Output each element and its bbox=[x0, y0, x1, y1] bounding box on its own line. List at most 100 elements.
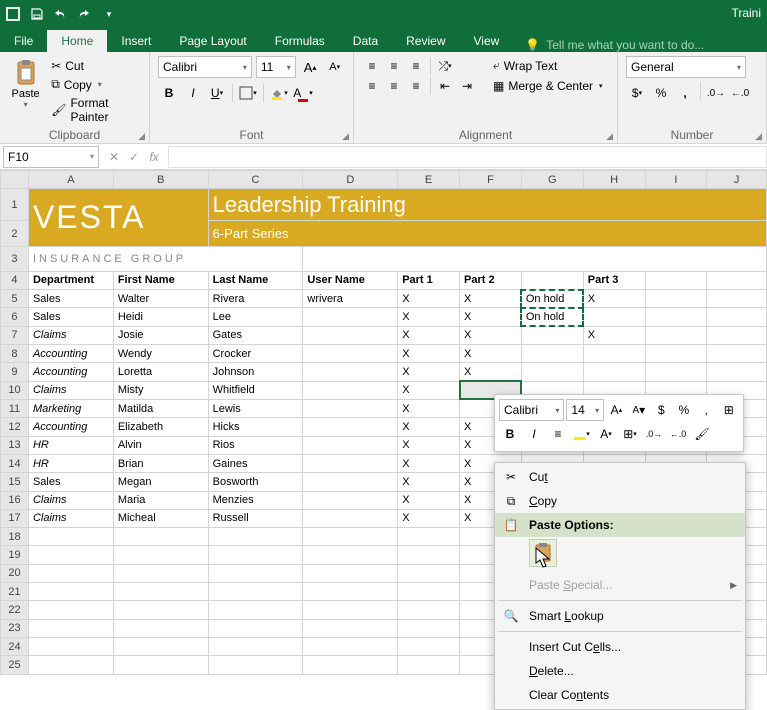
cell[interactable]: Lee bbox=[208, 308, 303, 326]
cell[interactable]: X bbox=[460, 363, 522, 381]
cell[interactable] bbox=[208, 619, 303, 637]
cell[interactable] bbox=[113, 619, 208, 637]
cell[interactable]: X bbox=[398, 454, 460, 472]
tab-formulas[interactable]: Formulas bbox=[261, 30, 339, 52]
row-header[interactable]: 12 bbox=[1, 418, 29, 436]
table-header[interactable]: Part 2 bbox=[460, 271, 522, 289]
tab-page-layout[interactable]: Page Layout bbox=[165, 30, 260, 52]
cell[interactable]: X bbox=[398, 345, 460, 363]
cut-button[interactable]: ✂Cut bbox=[47, 58, 141, 74]
row-header[interactable]: 3 bbox=[1, 247, 29, 271]
mini-percent-icon[interactable]: % bbox=[674, 399, 694, 421]
cell[interactable]: X bbox=[398, 308, 460, 326]
table-header[interactable]: User Name bbox=[303, 271, 398, 289]
cell[interactable]: Josie bbox=[113, 326, 208, 344]
table-header[interactable]: Part 1 bbox=[398, 271, 460, 289]
mini-size-select[interactable]: 14▾ bbox=[566, 399, 604, 421]
cell[interactable] bbox=[398, 601, 460, 619]
cell[interactable]: X bbox=[398, 363, 460, 381]
mini-decimal-dec-icon[interactable]: ←.0 bbox=[667, 423, 689, 445]
mini-grow-font-icon[interactable]: A▴ bbox=[606, 399, 626, 421]
cell[interactable]: Megan bbox=[113, 473, 208, 491]
orientation-icon[interactable]: ⤮▾ bbox=[435, 56, 455, 76]
table-header[interactable]: First Name bbox=[113, 271, 208, 289]
cell[interactable] bbox=[303, 308, 398, 326]
fx-icon[interactable]: fx bbox=[144, 147, 164, 167]
font-name-select[interactable]: Calibri▾ bbox=[158, 56, 252, 78]
tab-review[interactable]: Review bbox=[392, 30, 459, 52]
col-header[interactable]: G bbox=[521, 171, 583, 189]
row-header[interactable]: 21 bbox=[1, 583, 29, 601]
cell[interactable] bbox=[303, 418, 398, 436]
row-header[interactable]: 7 bbox=[1, 326, 29, 344]
row-header[interactable]: 8 bbox=[1, 345, 29, 363]
row-header[interactable]: 22 bbox=[1, 601, 29, 619]
cell[interactable] bbox=[303, 345, 398, 363]
row-header[interactable]: 18 bbox=[1, 528, 29, 546]
mini-currency-icon[interactable]: $ bbox=[651, 399, 671, 421]
number-dialog-launcher[interactable]: ◢ bbox=[755, 131, 762, 142]
cell[interactable]: Sales bbox=[28, 473, 113, 491]
cell[interactable] bbox=[208, 564, 303, 582]
cell[interactable]: Menzies bbox=[208, 491, 303, 509]
cell[interactable] bbox=[583, 308, 645, 326]
cell[interactable]: Misty bbox=[113, 381, 208, 399]
cell[interactable] bbox=[208, 656, 303, 675]
cell[interactable]: Johnson bbox=[208, 363, 303, 381]
cell[interactable] bbox=[583, 363, 645, 381]
ctx-delete[interactable]: Delete... bbox=[495, 659, 745, 683]
cell[interactable] bbox=[398, 619, 460, 637]
cell[interactable] bbox=[303, 399, 398, 417]
cell[interactable] bbox=[303, 528, 398, 546]
table-header[interactable]: Department bbox=[28, 271, 113, 289]
mini-fontcolor-icon[interactable]: A▾ bbox=[595, 423, 617, 445]
cell[interactable] bbox=[28, 619, 113, 637]
cell[interactable]: Accounting bbox=[28, 345, 113, 363]
cell[interactable]: Brian bbox=[113, 454, 208, 472]
cell[interactable]: Accounting bbox=[28, 363, 113, 381]
font-dialog-launcher[interactable]: ◢ bbox=[342, 131, 349, 142]
cell[interactable] bbox=[398, 638, 460, 656]
mini-italic-icon[interactable]: I bbox=[523, 423, 545, 445]
row-header[interactable]: 20 bbox=[1, 564, 29, 582]
align-middle-icon[interactable]: ≡ bbox=[384, 56, 404, 76]
mini-painter-icon[interactable]: 🖌 bbox=[691, 423, 713, 445]
align-bottom-icon[interactable]: ≡ bbox=[406, 56, 426, 76]
align-right-icon[interactable]: ≡ bbox=[406, 76, 426, 96]
cell[interactable] bbox=[113, 638, 208, 656]
cell[interactable] bbox=[303, 601, 398, 619]
cell[interactable]: On hold bbox=[521, 308, 583, 326]
cell[interactable]: HR bbox=[28, 436, 113, 454]
borders-button[interactable]: ▾ bbox=[237, 82, 259, 104]
row-header[interactable]: 16 bbox=[1, 491, 29, 509]
undo-icon[interactable] bbox=[52, 5, 70, 23]
row-header[interactable]: 24 bbox=[1, 638, 29, 656]
cell[interactable]: Matilda bbox=[113, 399, 208, 417]
redo-icon[interactable] bbox=[76, 5, 94, 23]
cell[interactable] bbox=[208, 601, 303, 619]
cell[interactable]: X bbox=[460, 290, 522, 308]
row-header[interactable]: 14 bbox=[1, 454, 29, 472]
tab-file[interactable]: File bbox=[0, 30, 47, 52]
row-header[interactable]: 15 bbox=[1, 473, 29, 491]
mini-font-select[interactable]: Calibri▾ bbox=[499, 399, 564, 421]
decrease-decimal-icon[interactable]: ←.0 bbox=[729, 82, 751, 104]
cell[interactable]: X bbox=[398, 473, 460, 491]
row-header[interactable]: 13 bbox=[1, 436, 29, 454]
col-header[interactable]: A bbox=[28, 171, 113, 189]
align-top-icon[interactable]: ≡ bbox=[362, 56, 382, 76]
ctx-insert-cut-cells[interactable]: Insert Cut Cells... bbox=[495, 635, 745, 659]
ctx-clear-contents[interactable]: Clear Contents bbox=[495, 683, 745, 707]
cell[interactable]: Rivera bbox=[208, 290, 303, 308]
cell[interactable]: Loretta bbox=[113, 363, 208, 381]
cell[interactable]: Claims bbox=[28, 326, 113, 344]
increase-font-icon[interactable]: A▴ bbox=[300, 56, 321, 78]
cell[interactable] bbox=[113, 546, 208, 564]
cell[interactable]: Crocker bbox=[208, 345, 303, 363]
cell[interactable] bbox=[303, 381, 398, 399]
formula-input[interactable] bbox=[168, 146, 767, 168]
col-header[interactable]: C bbox=[208, 171, 303, 189]
cell[interactable] bbox=[398, 528, 460, 546]
fill-color-button[interactable]: ▾ bbox=[268, 82, 290, 104]
cell[interactable] bbox=[303, 363, 398, 381]
